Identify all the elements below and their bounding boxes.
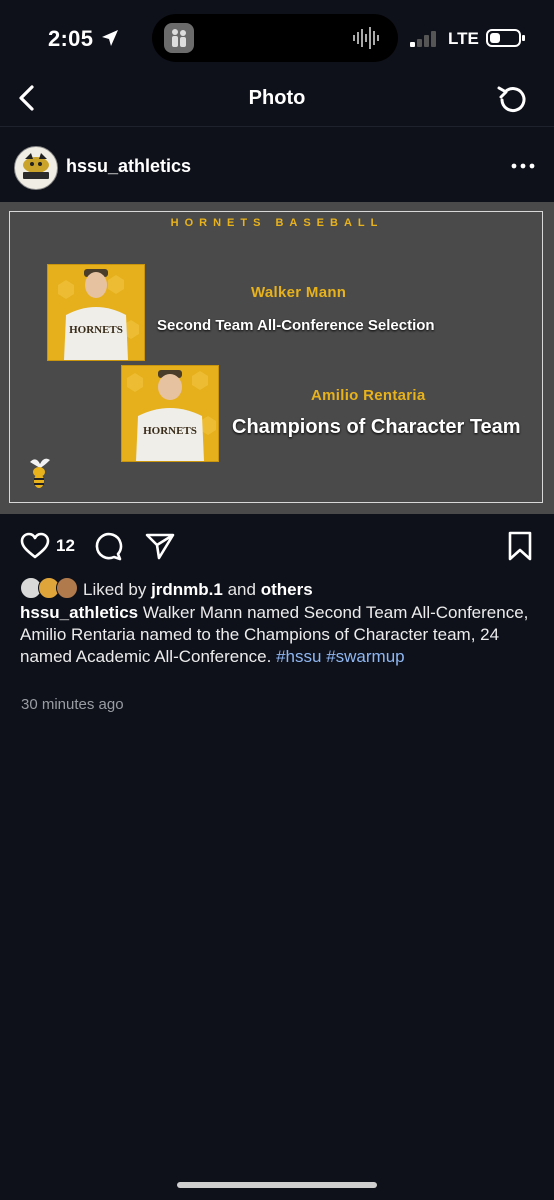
battery-icon: [486, 29, 525, 47]
heart-icon[interactable]: [20, 532, 50, 560]
player-2-award: Champions of Character Team: [232, 416, 521, 438]
image-heading: HORNETS BASEBALL: [170, 217, 384, 229]
network-type: LTE: [448, 29, 479, 48]
player-2-name: Amilio Rentaria: [311, 387, 426, 404]
liked-by-user[interactable]: jrdnmb.1: [151, 580, 223, 599]
share-send-icon[interactable]: [145, 531, 175, 561]
cellular-signal-icon: [410, 31, 436, 47]
svg-text:HORNETS: HORNETS: [69, 324, 123, 336]
hashtag-hssu[interactable]: #hssu: [276, 647, 321, 666]
refresh-icon[interactable]: [496, 82, 530, 114]
hornet-logo-icon: [30, 458, 50, 488]
bookmark-icon[interactable]: [507, 531, 533, 561]
status-time: 2:05: [48, 26, 94, 51]
player-1-name: Walker Mann: [251, 284, 347, 301]
liker-avatar: [56, 577, 78, 599]
post-username[interactable]: hssu_athletics: [66, 156, 191, 177]
more-options-icon[interactable]: [508, 158, 538, 174]
liked-by-text[interactable]: Liked by jrdnmb.1 and others: [83, 580, 313, 600]
page-title: Photo: [248, 87, 306, 109]
liker-avatars[interactable]: [20, 577, 78, 599]
liked-by-conjunction: and: [227, 580, 256, 599]
liked-by-prefix: Liked by: [83, 580, 147, 599]
caption-username[interactable]: hssu_athletics: [20, 603, 138, 622]
dynamic-island[interactable]: [152, 14, 398, 62]
audio-waveform-icon: [353, 27, 379, 49]
player-photo-amilio-rentaria: HORNETS: [121, 365, 219, 462]
liked-by-others[interactable]: others: [261, 580, 313, 599]
like-count[interactable]: 12: [56, 536, 75, 556]
player-1-award: Second Team All-Conference Selection: [157, 317, 435, 334]
player-photo-walker-mann: HORNETS: [47, 264, 145, 361]
post-caption: hssu_athletics Walker Mann named Second …: [20, 602, 540, 668]
nav-divider: [0, 126, 554, 127]
location-arrow-icon: [102, 30, 118, 46]
now-playing-thumbnail: [164, 23, 194, 53]
hashtag-swarmup[interactable]: #swarmup: [326, 647, 404, 666]
hornet-mascot-icon: [23, 153, 49, 179]
comment-icon[interactable]: [93, 532, 123, 562]
post-timestamp: 30 minutes ago: [21, 696, 124, 713]
people-icon: [172, 29, 186, 47]
profile-avatar[interactable]: [14, 146, 58, 190]
home-indicator[interactable]: [177, 1182, 377, 1188]
post-image[interactable]: HORNETS BASEBALL HORNETS Walker Mann Sec…: [0, 202, 554, 514]
svg-text:HORNETS: HORNETS: [143, 425, 197, 437]
